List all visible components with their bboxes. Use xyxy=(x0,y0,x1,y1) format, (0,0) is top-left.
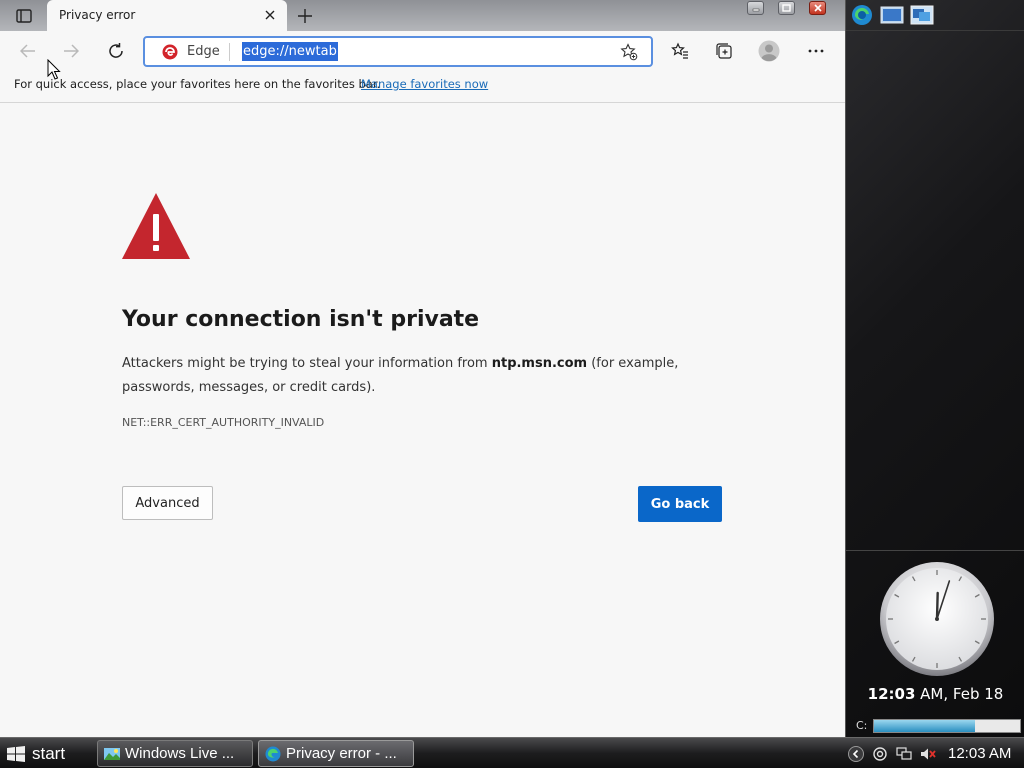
tab-close-button[interactable] xyxy=(261,6,279,24)
drive-usage-bar xyxy=(873,719,1021,733)
windows-logo-icon xyxy=(7,745,25,762)
browser-toolbar: Edge edge://newtab xyxy=(0,31,845,71)
taskbar-item-label: Windows Live ... xyxy=(125,745,235,762)
error-code: NET::ERR_CERT_AUTHORITY_INVALID xyxy=(122,416,325,429)
clock-time-bold: 12:03 xyxy=(867,685,916,703)
drive-label: C: xyxy=(856,719,868,732)
arrow-left-icon xyxy=(20,44,35,58)
avatar-icon xyxy=(758,40,780,62)
maximize-button[interactable] xyxy=(778,1,795,15)
tray-expand-button[interactable] xyxy=(848,745,864,762)
settings-more-button[interactable] xyxy=(802,37,830,65)
manage-favorites-link[interactable]: Manage favorites now xyxy=(361,77,488,91)
edge-browser-icon xyxy=(265,746,281,761)
profile-button[interactable] xyxy=(755,37,783,65)
photo-gallery-icon xyxy=(104,747,120,760)
favorites-bar-message: For quick access, place your favorites h… xyxy=(14,77,381,91)
plus-icon xyxy=(298,9,312,23)
close-icon xyxy=(813,4,822,12)
tab-actions-icon xyxy=(16,9,32,23)
favorites-button[interactable] xyxy=(666,37,694,65)
drive-meter: C: xyxy=(856,718,1022,734)
taskbar-item-windows-live[interactable]: Windows Live ... xyxy=(97,740,253,767)
start-label: start xyxy=(32,743,66,763)
collections-icon xyxy=(716,43,732,59)
tray-sync-icon[interactable] xyxy=(872,746,888,762)
tab-actions-button[interactable] xyxy=(10,6,38,26)
collections-button[interactable] xyxy=(710,37,738,65)
sync-icon xyxy=(873,746,887,761)
new-tab-button[interactable] xyxy=(292,4,318,28)
advanced-button[interactable]: Advanced xyxy=(122,486,213,520)
clock-time-rest: AM, Feb 18 xyxy=(915,685,1004,703)
edge-site-icon xyxy=(162,44,178,60)
edge-browser-icon[interactable] xyxy=(850,4,874,26)
minimize-button[interactable] xyxy=(747,1,764,15)
clock-gadget[interactable] xyxy=(879,561,995,677)
error-host: ntp.msn.com xyxy=(491,356,588,371)
warning-icon xyxy=(122,193,190,259)
show-desktop-icon[interactable] xyxy=(880,4,904,26)
address-url-text[interactable]: edge://newtab xyxy=(242,42,338,61)
minimize-icon xyxy=(752,8,759,12)
arrow-right-icon xyxy=(64,44,79,58)
refresh-button[interactable] xyxy=(102,37,130,65)
add-favorite-button[interactable] xyxy=(619,42,639,62)
tray-clock[interactable]: 12:03 AM xyxy=(948,745,1011,762)
tray-network-icon[interactable] xyxy=(896,746,912,762)
refresh-icon xyxy=(109,43,123,58)
error-description: Attackers might be trying to steal your … xyxy=(122,352,732,400)
chevron-left-icon xyxy=(848,745,864,762)
start-button[interactable]: start xyxy=(0,738,90,768)
tab-strip: Privacy error xyxy=(0,0,845,31)
clock-date-time: 12:03 AM, Feb 18 xyxy=(846,685,1024,703)
error-page: Your connection isn't private Attackers … xyxy=(0,103,845,737)
error-title: Your connection isn't private xyxy=(122,307,480,332)
close-icon xyxy=(265,10,275,20)
sidebar-divider xyxy=(846,550,1024,551)
tab-privacy-error[interactable]: Privacy error xyxy=(47,0,287,31)
volume-muted-icon xyxy=(921,748,936,759)
address-bar[interactable]: Edge edge://newtab xyxy=(143,36,653,67)
switch-windows-icon[interactable] xyxy=(910,4,934,26)
favorites-bar: For quick access, place your favorites h… xyxy=(0,71,845,103)
site-identity-label: Edge xyxy=(187,44,220,59)
forward-button[interactable] xyxy=(57,37,85,65)
go-back-button[interactable]: Go back xyxy=(638,486,722,522)
address-separator xyxy=(229,43,230,61)
tab-title: Privacy error xyxy=(59,8,136,22)
browser-window: Privacy error Edge edge://newtab For qui… xyxy=(0,0,845,737)
windows-sidebar: 12:03 AM, Feb 18 C: xyxy=(845,0,1024,737)
back-button[interactable] xyxy=(14,37,42,65)
maximize-icon xyxy=(782,4,791,12)
quick-launch-bar xyxy=(846,0,1024,31)
tray-volume-icon[interactable] xyxy=(920,746,936,762)
taskbar: start Windows Live ... Privacy error - .… xyxy=(0,737,1024,768)
window-close-button[interactable] xyxy=(809,1,826,15)
taskbar-item-label: Privacy error - ... xyxy=(286,745,397,762)
system-tray: 12:03 AM xyxy=(840,738,1024,768)
favorites-star-icon xyxy=(671,42,688,59)
drive-usage-fill xyxy=(874,720,975,732)
clock-center-pin xyxy=(935,617,939,621)
network-icon xyxy=(896,746,912,760)
mouse-cursor-icon xyxy=(47,59,61,80)
more-horizontal-icon xyxy=(808,49,824,53)
error-description-start: Attackers might be trying to steal your … xyxy=(122,356,492,371)
star-add-icon xyxy=(620,43,638,61)
taskbar-item-privacy-error[interactable]: Privacy error - ... xyxy=(258,740,414,767)
